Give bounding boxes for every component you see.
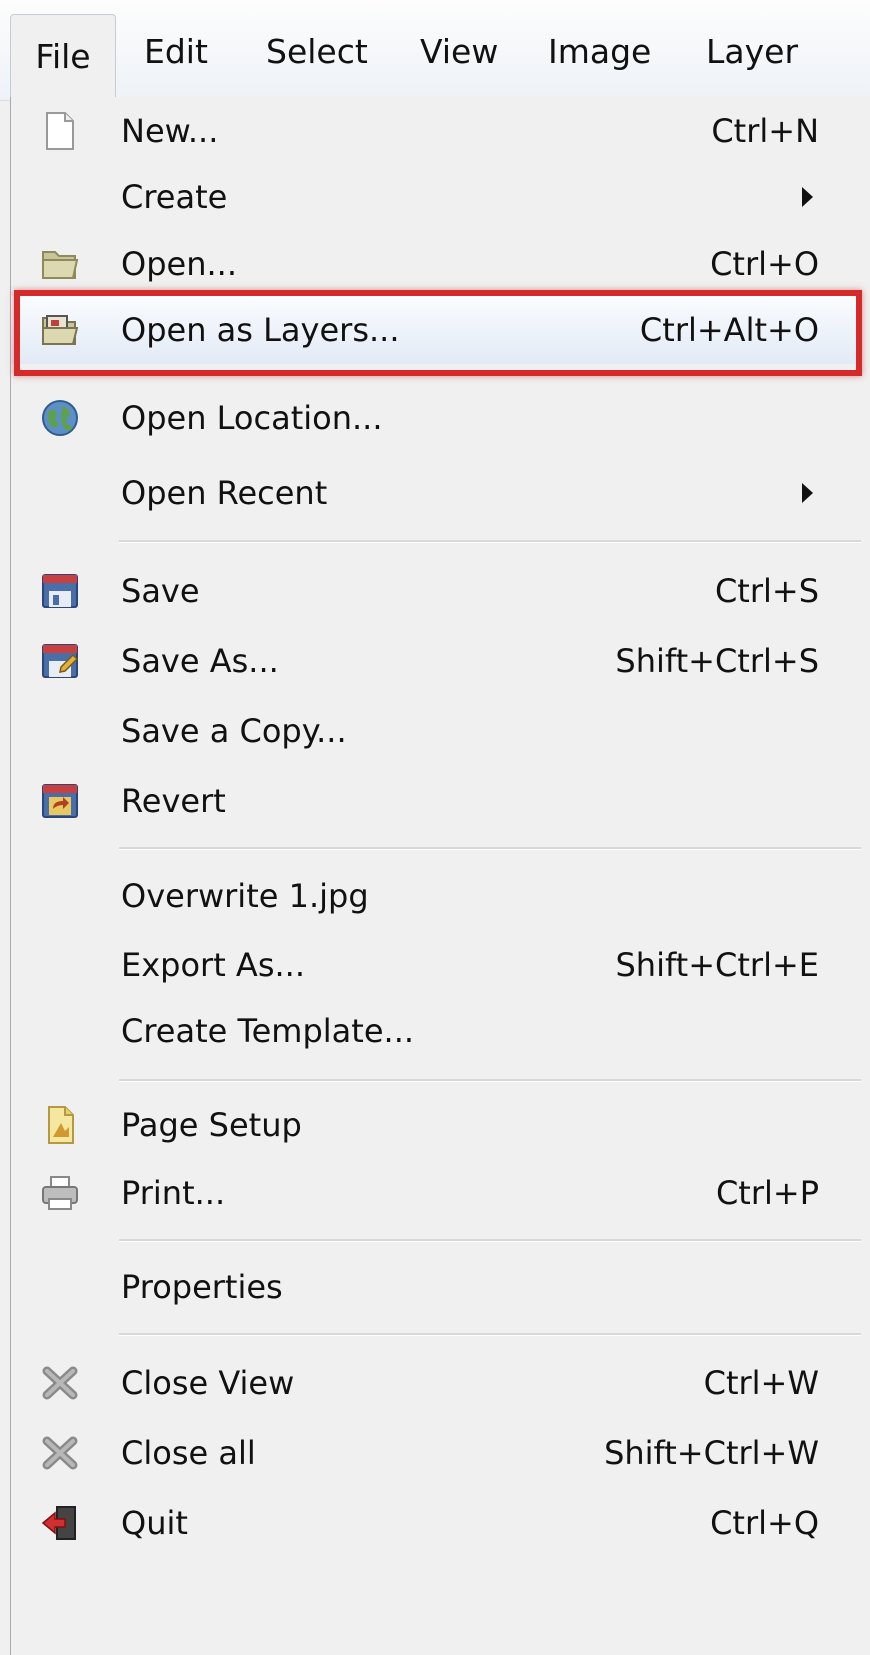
menu-item-save-as[interactable]: Save As... Shift+Ctrl+S (11, 627, 861, 695)
menu-item-label: Open... (121, 245, 237, 283)
submenu-arrow-icon (802, 483, 813, 503)
open-as-layers-icon (42, 315, 79, 345)
folder-open-icon (42, 251, 79, 279)
menu-image[interactable]: Image (548, 30, 651, 74)
menu-item-label: Save As... (121, 642, 279, 680)
menu-item-export-as[interactable]: Export As... Shift+Ctrl+E (11, 931, 861, 999)
close-icon (42, 1436, 78, 1470)
new-document-icon (46, 112, 74, 150)
menu-item-open-location[interactable]: Open Location... (11, 384, 861, 452)
menu-item-shortcut: Ctrl+W (703, 1364, 819, 1402)
menu-file[interactable]: File (10, 14, 116, 99)
menu-item-label: Save a Copy... (121, 712, 347, 750)
menu-item-open-as-layers[interactable]: Open as Layers... Ctrl+Alt+O (11, 296, 861, 364)
menu-layer[interactable]: Layer (706, 30, 798, 74)
menu-item-shortcut: Ctrl+S (714, 572, 819, 610)
menubar: File Edit Select View Image Layer (0, 0, 870, 101)
menu-item-open[interactable]: Open... Ctrl+O (11, 230, 861, 298)
revert-icon (42, 784, 78, 818)
menu-item-label: Open as Layers... (121, 311, 400, 349)
menu-item-label: Create Template... (121, 1012, 415, 1050)
submenu-arrow-icon (802, 187, 813, 207)
file-menu-dropdown: New... Ctrl+N Create Open... Ctrl+O Open… (10, 97, 870, 1655)
menu-item-shortcut: Shift+Ctrl+S (615, 642, 819, 680)
menu-item-print[interactable]: Print... Ctrl+P (11, 1159, 861, 1227)
globe-icon (42, 400, 78, 436)
menu-separator (119, 847, 861, 850)
menu-separator (119, 1333, 861, 1336)
menu-separator (119, 540, 861, 543)
menu-item-label: Overwrite 1.jpg (121, 877, 369, 915)
menu-item-create-template[interactable]: Create Template... (11, 997, 861, 1065)
menu-item-label: Open Recent (121, 474, 328, 512)
close-icon (42, 1366, 78, 1400)
menu-item-label: Properties (121, 1268, 283, 1306)
menu-item-overwrite[interactable]: Overwrite 1.jpg (11, 862, 861, 930)
menu-item-shortcut: Ctrl+O (710, 245, 819, 283)
menu-item-new[interactable]: New... Ctrl+N (11, 97, 861, 165)
menu-item-open-recent[interactable]: Open Recent (11, 459, 861, 527)
menu-item-label: Revert (121, 782, 226, 820)
menu-item-label: Export As... (121, 946, 305, 984)
menu-item-label: Close View (121, 1364, 295, 1402)
quit-icon (41, 1506, 76, 1540)
menu-item-label: Page Setup (121, 1106, 302, 1144)
save-as-icon (42, 644, 79, 678)
menu-select[interactable]: Select (266, 30, 368, 74)
menu-item-shortcut: Ctrl+Q (710, 1504, 819, 1542)
menu-item-save[interactable]: Save Ctrl+S (11, 557, 861, 625)
menu-item-properties[interactable]: Properties (11, 1253, 861, 1321)
menu-item-shortcut: Shift+Ctrl+E (615, 946, 819, 984)
menu-item-shortcut: Ctrl+P (715, 1174, 819, 1212)
menu-item-shortcut: Ctrl+N (711, 112, 819, 150)
menu-view[interactable]: View (420, 30, 498, 74)
page-setup-icon (48, 1106, 74, 1144)
menu-edit[interactable]: Edit (144, 30, 208, 74)
menu-item-close-all[interactable]: Close all Shift+Ctrl+W (11, 1419, 861, 1487)
menu-item-label: New... (121, 112, 219, 150)
menu-item-shortcut: Ctrl+Alt+O (639, 311, 819, 349)
menu-item-page-setup[interactable]: Page Setup (11, 1091, 861, 1159)
menu-item-label: Print... (121, 1174, 226, 1212)
menu-separator (119, 1239, 861, 1242)
menu-item-label: Create (121, 178, 228, 216)
menu-item-quit[interactable]: Quit Ctrl+Q (11, 1489, 861, 1557)
printer-icon (42, 1176, 78, 1210)
menu-item-shortcut: Shift+Ctrl+W (604, 1434, 819, 1472)
menu-separator (119, 1079, 861, 1082)
menu-item-close-view[interactable]: Close View Ctrl+W (11, 1349, 861, 1417)
menu-item-label: Quit (121, 1504, 188, 1542)
save-icon (42, 574, 78, 608)
menu-item-revert[interactable]: Revert (11, 767, 861, 835)
menu-item-create[interactable]: Create (11, 163, 861, 231)
menu-item-label: Close all (121, 1434, 256, 1472)
menu-item-label: Open Location... (121, 399, 383, 437)
menu-item-label: Save (121, 572, 200, 610)
menu-item-save-a-copy[interactable]: Save a Copy... (11, 697, 861, 765)
